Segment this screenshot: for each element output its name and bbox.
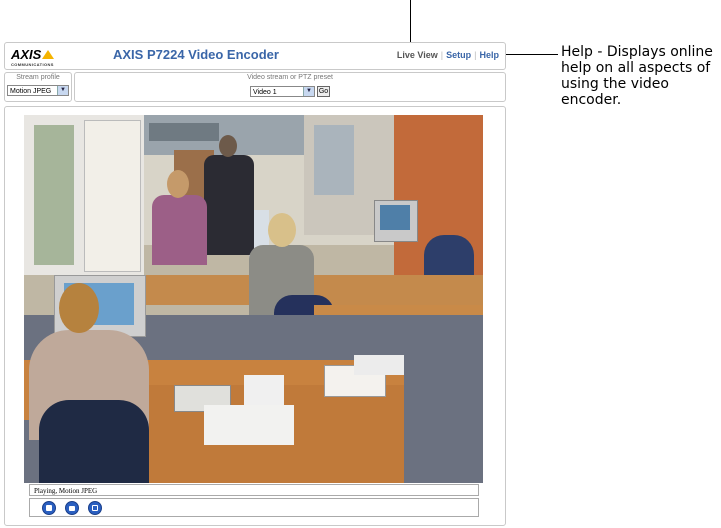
nav-separator: | bbox=[474, 50, 477, 60]
video-stream-select[interactable]: Video 1 ▼ bbox=[250, 86, 315, 97]
video-stream-value: Video 1 bbox=[253, 89, 277, 96]
callout-horizontal-line bbox=[506, 54, 558, 55]
video-stream-panel: Video stream or PTZ preset Video 1 ▼ Go bbox=[74, 72, 506, 102]
nav-setup[interactable]: Setup bbox=[446, 50, 471, 60]
top-nav: Live View | Setup | Help bbox=[397, 50, 499, 60]
fullscreen-glyph bbox=[92, 505, 98, 511]
video-stream-label: Video stream or PTZ preset bbox=[247, 74, 333, 81]
logo-subtext: COMMUNICATIONS bbox=[11, 62, 54, 67]
nav-help[interactable]: Help bbox=[479, 50, 499, 60]
status-bar: Playing, Motion JPEG bbox=[29, 484, 479, 496]
stop-glyph bbox=[46, 505, 52, 511]
logo-triangle-icon bbox=[42, 50, 55, 59]
chevron-down-icon: ▼ bbox=[57, 86, 68, 95]
stream-profile-value: Motion JPEG bbox=[10, 88, 52, 95]
stop-icon[interactable] bbox=[42, 501, 56, 515]
nav-live-view[interactable]: Live View bbox=[397, 50, 438, 60]
go-button[interactable]: Go bbox=[317, 86, 330, 97]
snapshot-icon[interactable] bbox=[65, 501, 79, 515]
live-video-image[interactable] bbox=[24, 115, 483, 483]
header-bar: AXIS COMMUNICATIONS AXIS P7224 Video Enc… bbox=[4, 42, 506, 70]
nav-separator: | bbox=[440, 50, 444, 60]
help-callout-text: Help - Displays online help on all aspec… bbox=[561, 44, 713, 108]
axis-logo[interactable]: AXIS COMMUNICATIONS bbox=[11, 47, 55, 67]
callout-vertical-line bbox=[410, 0, 411, 44]
chevron-down-icon: ▼ bbox=[303, 87, 314, 96]
stream-profile-panel: Stream profile Motion JPEG ▼ bbox=[4, 72, 72, 102]
page-title: AXIS P7224 Video Encoder bbox=[113, 47, 279, 62]
video-toolbar bbox=[29, 498, 479, 517]
stream-profile-label: Stream profile bbox=[16, 74, 60, 81]
logo-text: AXIS bbox=[11, 47, 42, 62]
camera-glyph bbox=[69, 506, 75, 511]
fullscreen-icon[interactable] bbox=[88, 501, 102, 515]
stream-profile-select[interactable]: Motion JPEG ▼ bbox=[7, 85, 69, 96]
